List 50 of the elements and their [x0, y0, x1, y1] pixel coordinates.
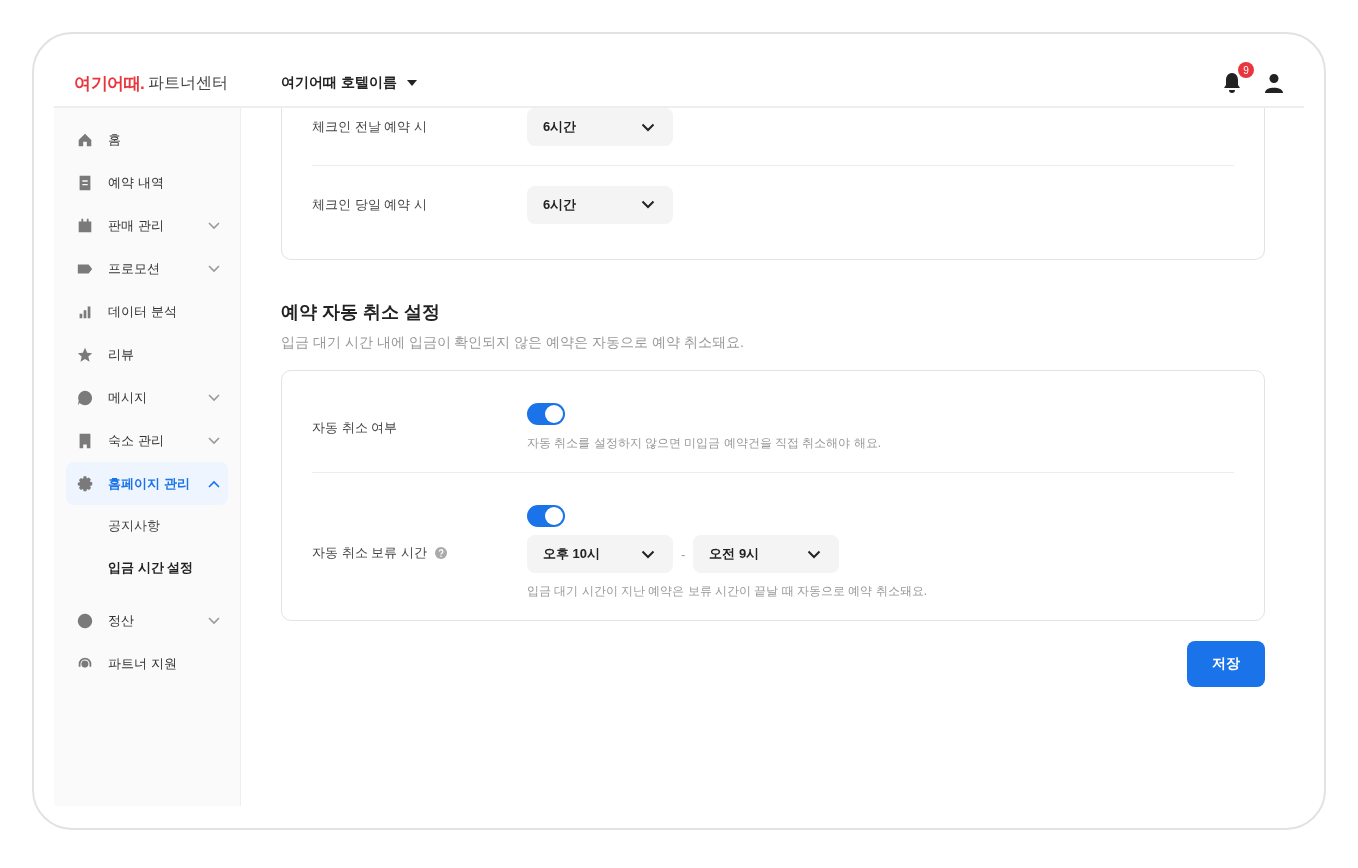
- chevron-down-icon: [807, 549, 822, 559]
- property-dropdown[interactable]: 여기어때 호텔이름: [281, 74, 417, 92]
- bell-icon[interactable]: [1222, 72, 1242, 94]
- save-button[interactable]: 저장: [1187, 641, 1265, 687]
- chevron-down-icon: [641, 122, 655, 132]
- chevron-down-icon: [641, 549, 655, 559]
- notification-badge: 9: [1238, 62, 1254, 78]
- sidebar-item[interactable]: 파트너 지원: [66, 642, 228, 685]
- brand-subtitle: 파트너센터: [148, 72, 229, 93]
- sidebar-item[interactable]: 데이터 분석: [66, 290, 228, 333]
- setting-label: 자동 취소 보류 시간: [312, 543, 427, 562]
- chevron-down-icon: [208, 264, 220, 273]
- hint-text: 입금 대기 시간이 지난 예약은 보류 시간이 끝날 때 자동으로 예약 취소돼요.: [527, 583, 927, 600]
- toggle-switch[interactable]: [527, 505, 565, 527]
- setting-label: 체크인 전날 예약 시: [312, 118, 428, 136]
- chat-icon: [76, 388, 94, 407]
- chevron-down-icon: [641, 200, 655, 209]
- user-icon[interactable]: [1264, 73, 1284, 93]
- sidebar-item[interactable]: 리뷰: [66, 333, 228, 376]
- chevron-down-icon: [208, 616, 220, 625]
- brand-logo[interactable]: 여기어때.: [74, 71, 145, 95]
- sidebar-subitem[interactable]: 공지사항: [66, 505, 228, 547]
- sidebar-item[interactable]: 숙소 관리: [66, 419, 228, 462]
- sidebar-item[interactable]: 예약 내역: [66, 161, 228, 204]
- calendar-icon: [76, 216, 94, 235]
- time-dropdown[interactable]: 오전 9시: [693, 535, 840, 573]
- chevron-down-icon: [208, 436, 220, 445]
- hint-text: 자동 취소를 설정하지 않으면 미입금 예약건을 직접 취소해야 해요.: [527, 435, 881, 452]
- setting-label: 체크인 당일 예약 시: [312, 195, 428, 214]
- toggle-switch[interactable]: [527, 403, 565, 425]
- section-description: 입금 대기 시간 내에 입금이 확인되지 않은 예약은 자동으로 예약 취소돼요.: [281, 334, 745, 352]
- sidebar-item[interactable]: 홈: [66, 118, 228, 161]
- time-dropdown[interactable]: 오후 10시: [527, 535, 673, 573]
- chevron-up-icon: [208, 479, 220, 488]
- chevron-down-icon: [208, 393, 220, 402]
- setting-label: 자동 취소 여부: [312, 418, 398, 437]
- caret-icon: [406, 80, 417, 86]
- sidebar-item[interactable]: 판매 관리: [66, 204, 228, 247]
- range-separator: -: [681, 546, 686, 562]
- sidebar-item[interactable]: 프로모션: [66, 247, 228, 290]
- chevron-down-icon: [208, 221, 220, 230]
- section-title: 예약 자동 취소 설정: [281, 301, 441, 324]
- sidebar-item[interactable]: 홈페이지 관리: [66, 462, 228, 505]
- hours-dropdown[interactable]: 6시간: [527, 108, 673, 146]
- gear-icon: [76, 474, 94, 493]
- sidebar-item[interactable]: 메시지: [66, 376, 228, 419]
- help-icon[interactable]: [434, 546, 447, 559]
- sidebar-subitem[interactable]: 입금 시간 설정: [66, 547, 228, 589]
- sidebar-item[interactable]: 정산: [66, 599, 228, 642]
- hours-dropdown[interactable]: 6시간: [527, 185, 673, 224]
